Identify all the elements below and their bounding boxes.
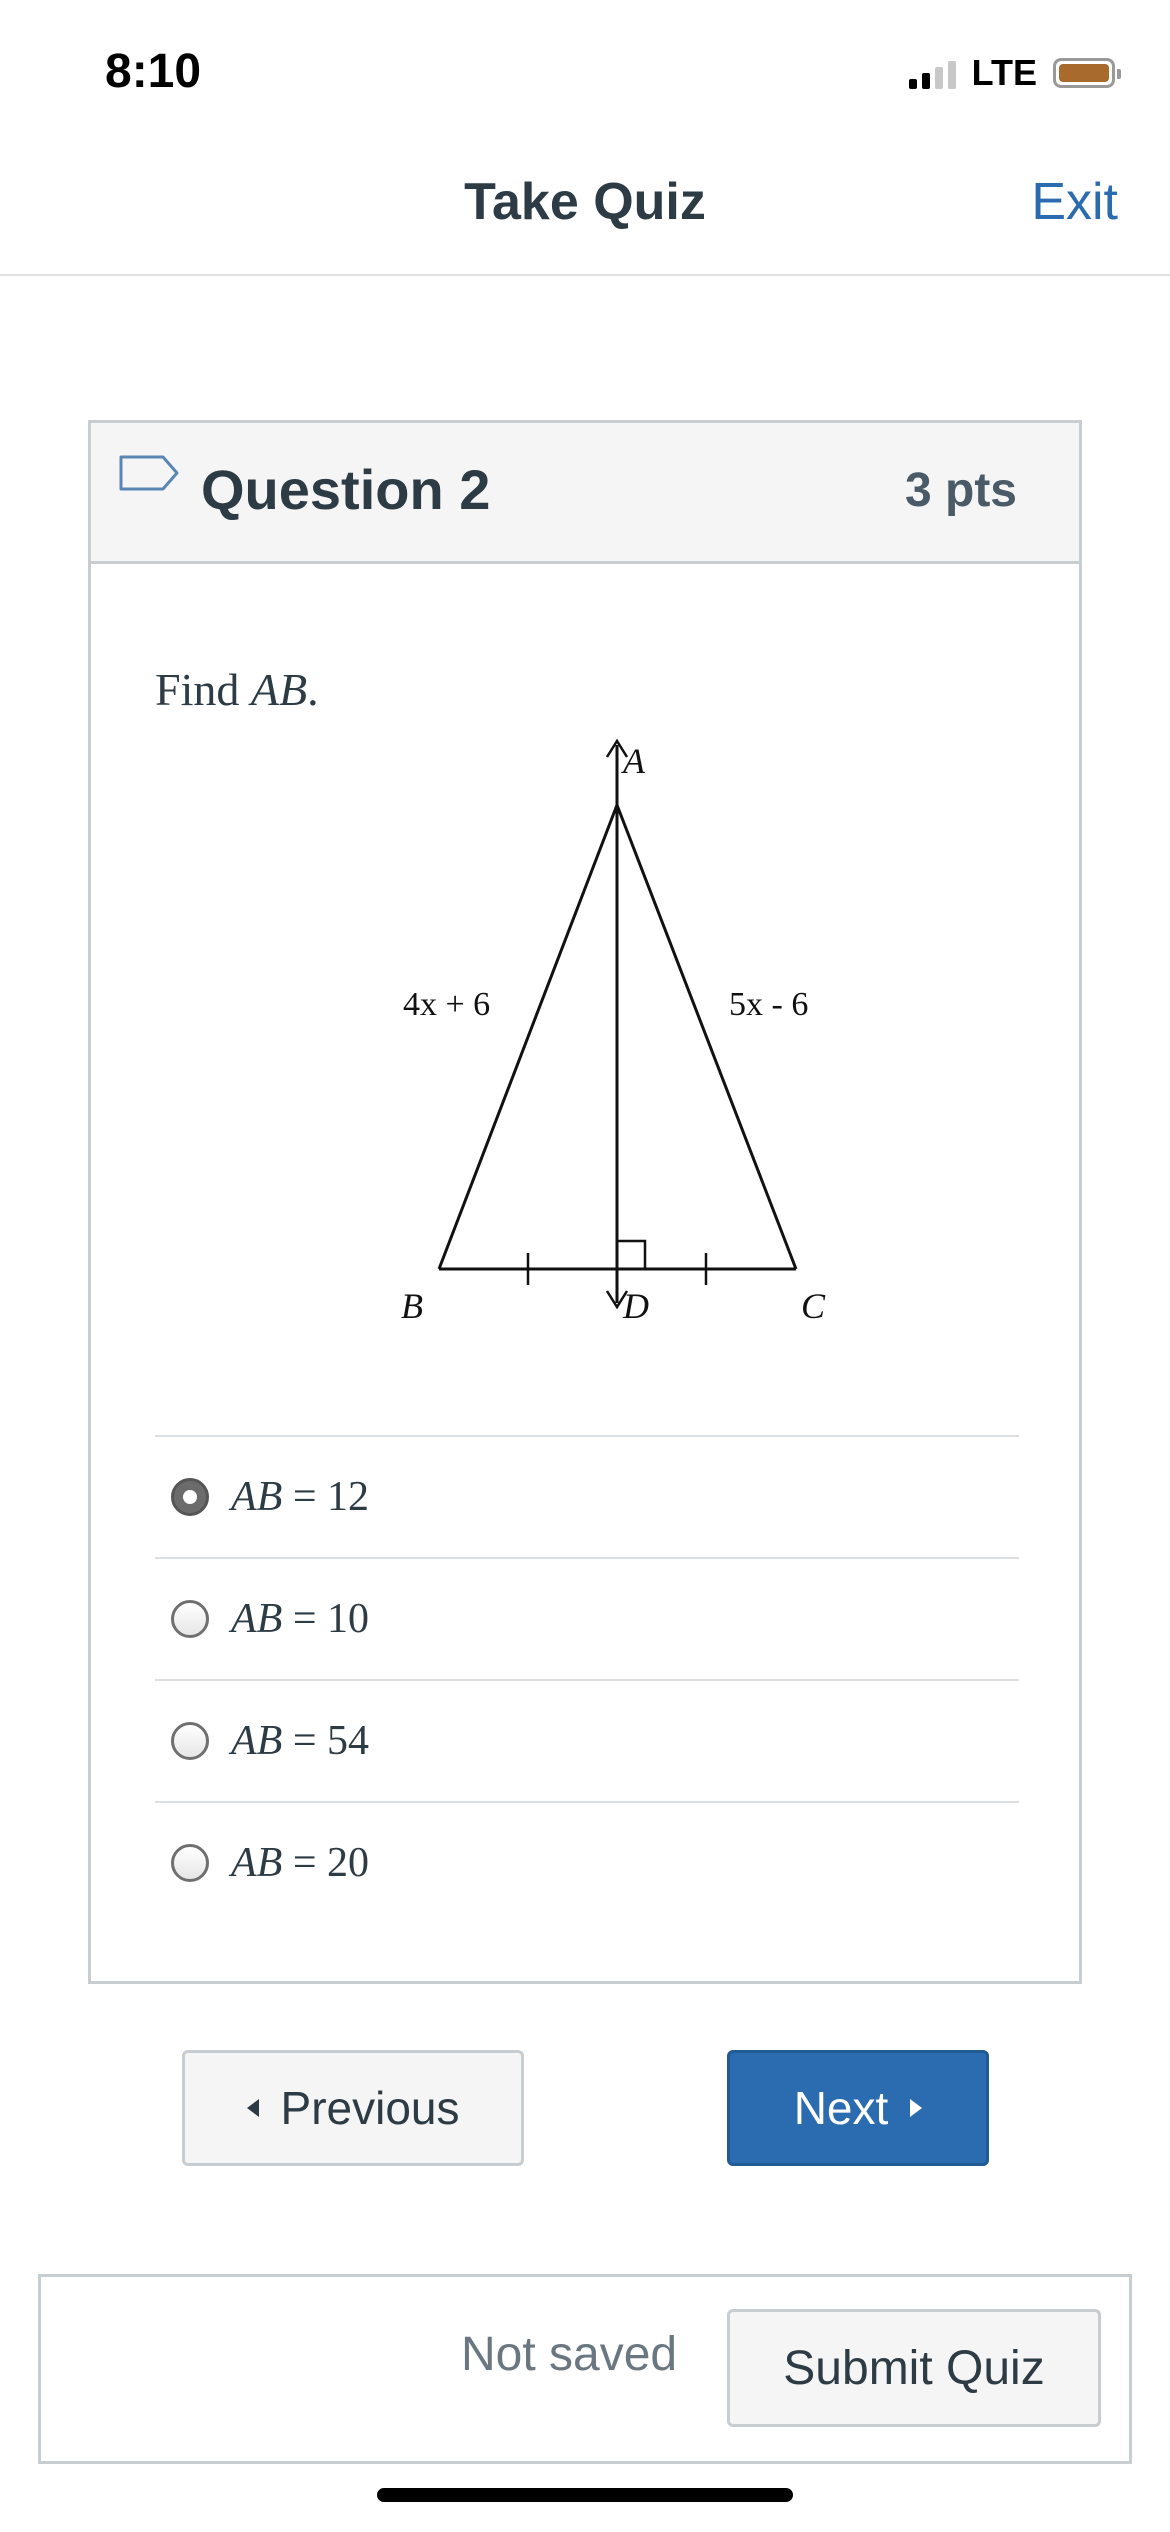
side-ab — [437, 804, 619, 1270]
battery-icon — [1053, 58, 1121, 88]
page-title: Take Quiz — [464, 173, 706, 231]
question-points: 3 pts — [904, 464, 1017, 517]
exit-link[interactable]: Exit — [1031, 172, 1118, 232]
answer-label: AB = 54 — [231, 1717, 369, 1765]
answer-value: = 12 — [282, 1474, 369, 1520]
answer-value: = 20 — [282, 1840, 369, 1886]
radio-button[interactable] — [171, 1722, 209, 1760]
radio-button[interactable] — [171, 1844, 209, 1882]
answer-option[interactable]: AB = 54 — [155, 1679, 1019, 1801]
question-prompt: Find AB. — [155, 663, 319, 716]
answer-variable: AB — [231, 1474, 283, 1520]
radio-button[interactable] — [171, 1600, 209, 1638]
next-label: Next — [793, 2082, 889, 2134]
question-title: Question 2 — [201, 458, 491, 521]
triangle-diagram: A B D C 4x + 6 5x - 6 — [401, 738, 826, 1326]
side-ac — [615, 804, 798, 1270]
caret-left-icon — [246, 2099, 259, 2117]
side-ac-label: 5x - 6 — [729, 986, 808, 1023]
right-angle-marker — [617, 1239, 647, 1269]
next-button[interactable]: Next — [727, 2050, 989, 2166]
answer-variable: AB — [231, 1596, 283, 1642]
question-card: Question 2 3 pts Find AB. A B D C 4x + 6… — [88, 420, 1082, 1984]
home-indicator[interactable] — [377, 2488, 793, 2502]
question-header: Question 2 3 pts — [91, 423, 1079, 564]
answer-label: AB = 12 — [231, 1473, 369, 1521]
quiz-footer: Not saved Submit Quiz — [38, 2274, 1132, 2464]
status-time: 8:10 — [105, 45, 202, 98]
answer-value: = 10 — [282, 1596, 369, 1642]
prompt-suffix: . — [307, 664, 319, 715]
status-icons: LTE — [908, 52, 1121, 94]
submit-quiz-button[interactable]: Submit Quiz — [727, 2309, 1101, 2427]
answer-list: AB = 12 AB = 10 AB = 54 AB = 20 — [155, 1435, 1019, 1923]
app-header: Take Quiz Exit — [0, 150, 1170, 276]
side-ab-label: 4x + 6 — [403, 986, 490, 1023]
previous-label: Previous — [280, 2082, 460, 2134]
answer-option[interactable]: AB = 10 — [155, 1557, 1019, 1679]
answer-variable: AB — [231, 1840, 283, 1886]
vertex-d-label: D — [622, 1286, 649, 1326]
flag-question-icon[interactable] — [117, 453, 181, 507]
answer-option[interactable]: AB = 12 — [155, 1435, 1019, 1557]
answer-variable: AB — [231, 1718, 283, 1764]
answer-option[interactable]: AB = 20 — [155, 1801, 1019, 1923]
save-status: Not saved — [461, 2328, 678, 2381]
answer-value: = 54 — [282, 1718, 369, 1764]
signal-icon — [908, 57, 956, 89]
answer-label: AB = 10 — [231, 1595, 369, 1643]
vertex-a-label: A — [621, 741, 646, 781]
answer-label: AB = 20 — [231, 1839, 369, 1887]
network-label: LTE — [971, 52, 1037, 93]
vertex-b-label: B — [401, 1286, 423, 1326]
previous-button[interactable]: Previous — [182, 2050, 524, 2166]
radio-button[interactable] — [171, 1478, 209, 1516]
prompt-prefix: Find — [155, 664, 251, 715]
prompt-variable: AB — [250, 664, 308, 715]
caret-right-icon — [910, 2099, 923, 2117]
vertex-c-label: C — [801, 1286, 826, 1326]
